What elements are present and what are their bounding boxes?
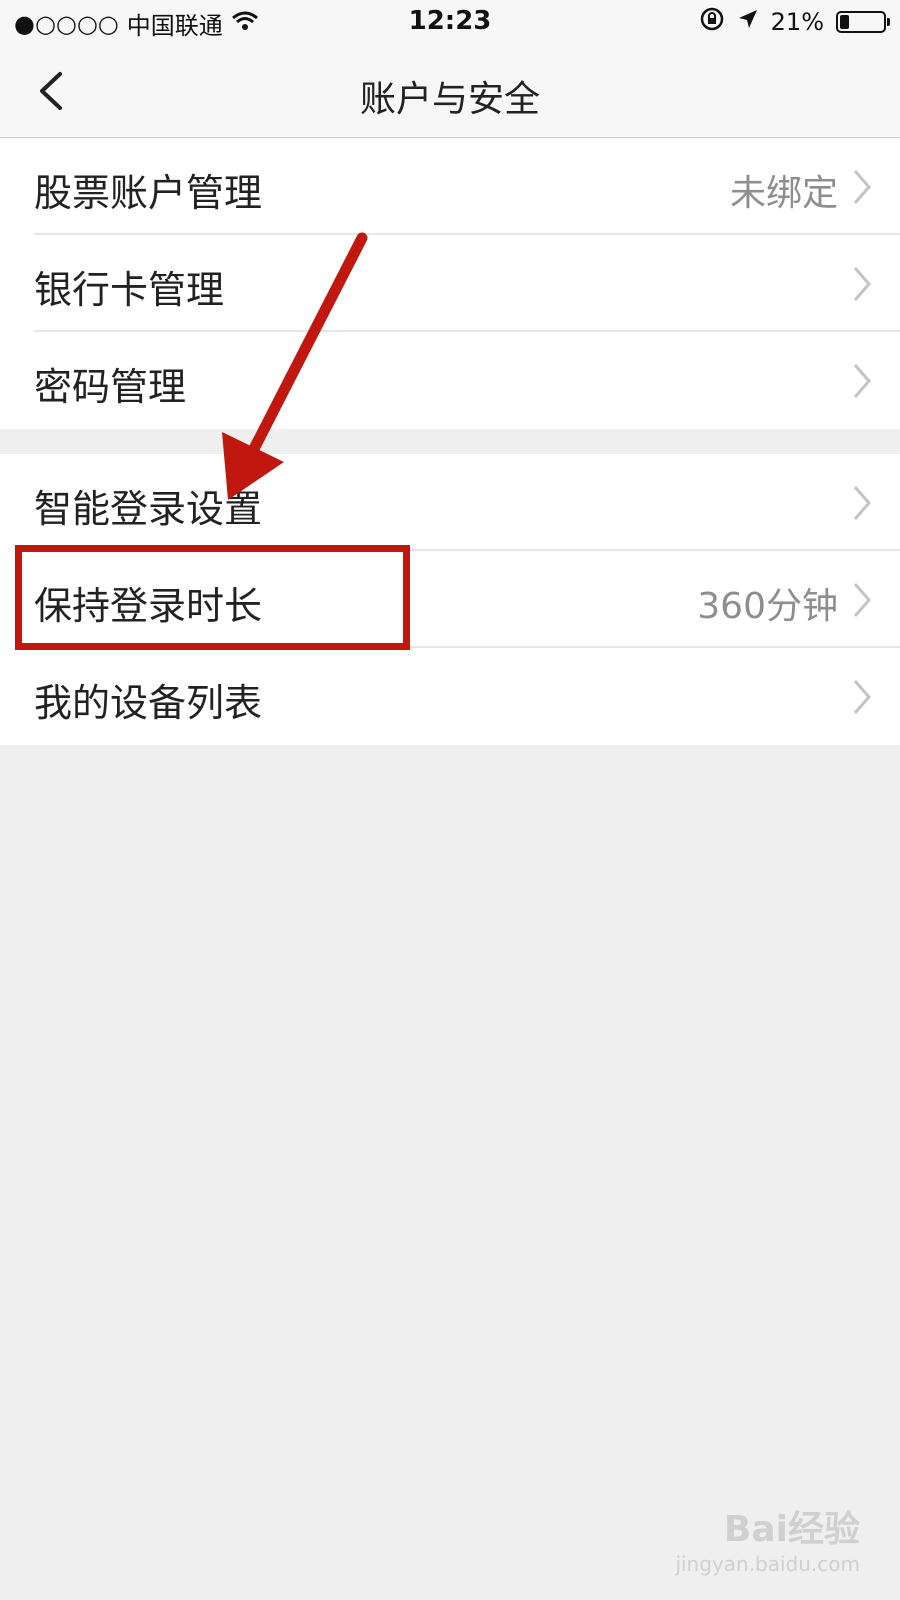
annotation-highlight-box	[15, 545, 410, 650]
watermark-url: jingyan.baidu.com	[675, 1552, 860, 1576]
annotation-arrow	[222, 232, 368, 500]
annotation-arrow-shaft	[232, 232, 368, 486]
baidu-watermark: Bai经验 jingyan.baidu.com	[675, 1500, 860, 1576]
watermark-brand: Bai经验	[723, 1509, 860, 1550]
